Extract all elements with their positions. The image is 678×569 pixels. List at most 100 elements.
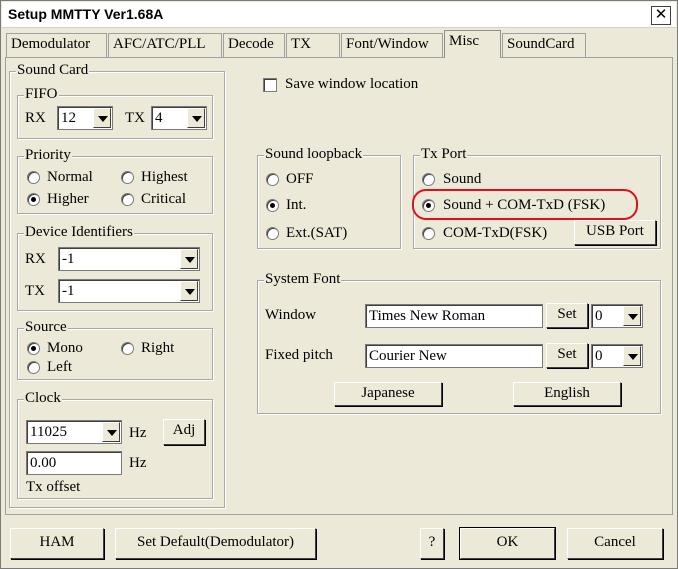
system-font-legend: System Font	[264, 270, 342, 288]
setup-dialog: Setup MMTTY Ver1.68A ✕ Demodulator AFC/A…	[0, 0, 678, 569]
set-default-button[interactable]: Set Default(Demodulator)	[115, 528, 316, 559]
fixed-font-value: Courier New	[369, 348, 447, 364]
source-mono-radio[interactable]	[27, 342, 40, 355]
cancel-button[interactable]: Cancel	[567, 528, 663, 559]
priority-critical-radio[interactable]	[121, 193, 134, 206]
device-rx-select[interactable]: -1	[58, 247, 200, 271]
japanese-button-label: Japanese	[361, 385, 415, 401]
priority-legend: Priority	[24, 146, 72, 164]
chevron-down-icon[interactable]	[187, 108, 205, 128]
fixed-charset-value: 0	[595, 348, 603, 364]
ham-button[interactable]: HAM	[10, 528, 104, 559]
device-tx-label: TX	[25, 283, 45, 299]
clock-offset-input[interactable]: 0.00	[26, 451, 122, 475]
source-left-label: Left	[47, 359, 72, 375]
tab-demodulator[interactable]: Demodulator	[6, 33, 107, 57]
tab-tx[interactable]: TX	[286, 33, 340, 57]
priority-normal-radio[interactable]	[27, 171, 40, 184]
tab-font-window[interactable]: Font/Window	[341, 33, 443, 57]
clock-rate-select[interactable]: 11025	[26, 420, 122, 444]
window-font-set-button[interactable]: Set	[546, 303, 588, 328]
fixed-font-set-label: Set	[557, 346, 577, 362]
adj-button-label: Adj	[172, 422, 196, 438]
help-button[interactable]: ?	[420, 528, 444, 559]
window-title: Setup MMTTY Ver1.68A	[8, 6, 164, 22]
clock-offset-value: 0.00	[30, 455, 57, 471]
txport-sound-radio[interactable]	[422, 173, 435, 186]
tab-afc-atc-pll[interactable]: AFC/ATC/PLL	[108, 33, 222, 57]
chevron-down-icon[interactable]	[623, 306, 641, 326]
tab-decode[interactable]: Decode	[223, 33, 285, 57]
priority-highest-radio[interactable]	[121, 171, 134, 184]
english-button[interactable]: English	[513, 382, 621, 406]
priority-critical-label: Critical	[141, 191, 186, 207]
window-font-input[interactable]: Times New Roman	[365, 304, 543, 328]
clock-legend: Clock	[24, 389, 62, 407]
chevron-down-icon[interactable]	[623, 346, 641, 366]
usb-port-button[interactable]: USB Port	[574, 220, 656, 245]
source-legend: Source	[24, 318, 68, 336]
fixed-pitch-label: Fixed pitch	[265, 347, 333, 363]
clock-rate-value: 11025	[30, 424, 67, 440]
fifo-rx-value: 12	[61, 110, 76, 126]
adj-button[interactable]: Adj	[163, 419, 205, 445]
tab-soundcard[interactable]: SoundCard	[502, 33, 586, 57]
priority-higher-label: Higher	[47, 191, 89, 207]
source-right-radio[interactable]	[121, 342, 134, 355]
tx-offset-label: Tx offset	[26, 479, 81, 495]
ok-button[interactable]: OK	[459, 527, 556, 560]
ok-button-label: OK	[496, 534, 519, 550]
priority-highest-label: Highest	[141, 169, 188, 185]
device-rx-label: RX	[25, 251, 46, 267]
cancel-button-label: Cancel	[594, 534, 636, 550]
sound-loopback-legend: Sound loopback	[264, 145, 364, 163]
device-tx-select[interactable]: -1	[58, 279, 200, 303]
fixed-charset-select[interactable]: 0	[591, 344, 643, 368]
title-bar[interactable]: Setup MMTTY Ver1.68A ✕	[2, 2, 676, 28]
priority-higher-radio[interactable]	[27, 193, 40, 206]
txport-com-radio[interactable]	[422, 227, 435, 240]
help-button-label: ?	[428, 534, 436, 550]
window-charset-value: 0	[595, 308, 603, 324]
source-left-radio[interactable]	[27, 361, 40, 374]
close-icon[interactable]: ✕	[651, 6, 671, 25]
window-font-set-label: Set	[557, 306, 577, 322]
set-default-button-label: Set Default(Demodulator)	[136, 534, 295, 550]
device-identifiers-legend: Device Identifiers	[24, 223, 134, 241]
chevron-down-icon[interactable]	[93, 108, 111, 128]
chevron-down-icon[interactable]	[180, 249, 198, 269]
loopback-ext-radio[interactable]	[266, 227, 279, 240]
clock-offset-unit: Hz	[129, 455, 147, 471]
source-right-label: Right	[141, 340, 175, 356]
english-button-label: English	[544, 385, 590, 401]
tab-misc[interactable]: Misc	[444, 30, 501, 58]
save-window-location-checkbox[interactable]	[263, 78, 277, 92]
ham-button-label: HAM	[39, 534, 75, 550]
clock-rate-unit: Hz	[129, 425, 147, 441]
chevron-down-icon[interactable]	[180, 281, 198, 301]
loopback-off-label: OFF	[286, 171, 314, 187]
usb-port-button-label: USB Port	[586, 223, 644, 239]
window-font-value: Times New Roman	[369, 308, 486, 324]
loopback-int-label: Int.	[286, 197, 307, 213]
window-charset-select[interactable]: 0	[591, 304, 643, 328]
selection-highlight-ring	[412, 189, 638, 220]
txport-sound-label: Sound	[443, 171, 482, 187]
fixed-font-set-button[interactable]: Set	[546, 343, 588, 368]
japanese-button[interactable]: Japanese	[334, 382, 442, 406]
fifo-tx-select[interactable]: 4	[151, 106, 207, 130]
loopback-ext-label: Ext.(SAT)	[286, 225, 348, 241]
fifo-rx-select[interactable]: 12	[57, 106, 113, 130]
device-tx-value: -1	[62, 283, 75, 299]
loopback-int-radio[interactable]	[266, 199, 279, 212]
priority-normal-label: Normal	[47, 169, 93, 185]
sound-card-legend: Sound Card	[16, 61, 90, 79]
tx-port-legend: Tx Port	[420, 145, 468, 163]
save-window-location-label: Save window location	[285, 76, 419, 92]
chevron-down-icon[interactable]	[102, 422, 120, 442]
fifo-tx-label: TX	[125, 110, 145, 126]
fixed-font-input[interactable]: Courier New	[365, 344, 543, 368]
loopback-off-radio[interactable]	[266, 173, 279, 186]
device-rx-value: -1	[62, 251, 75, 267]
source-mono-label: Mono	[47, 340, 83, 356]
